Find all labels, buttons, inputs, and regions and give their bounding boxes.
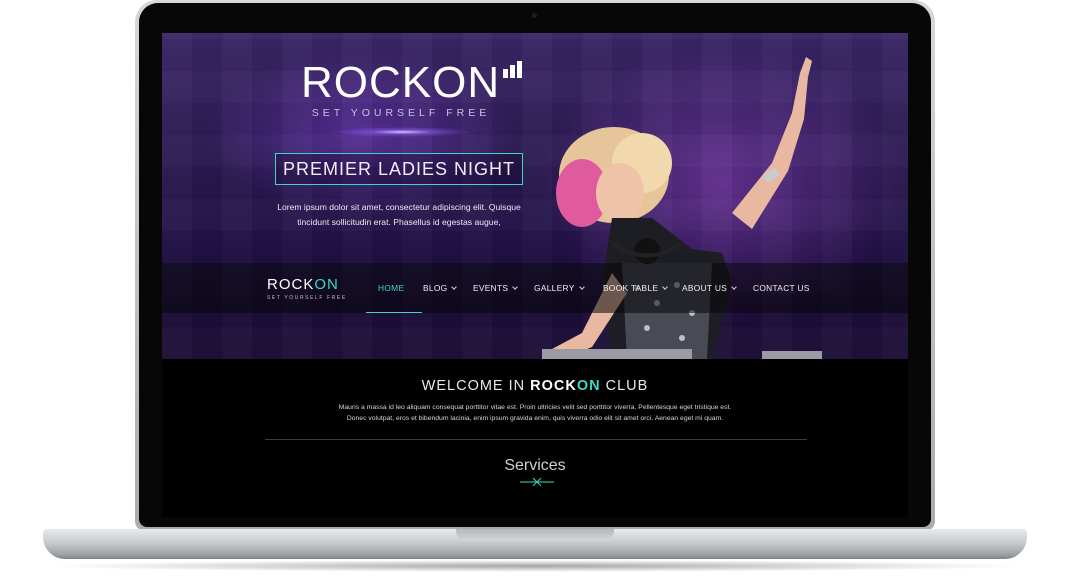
main-navigation: ROCKON SET YOURSELF FREE HOME BLOG EVENT… xyxy=(162,263,908,313)
nav-item-contact-us[interactable]: CONTACT US xyxy=(753,283,810,293)
hero-banner: ROCKON SET YOURSELF FREE PREMIER LADIES … xyxy=(162,33,908,359)
nav-item-events[interactable]: EVENTS xyxy=(473,283,519,293)
chevron-down-icon xyxy=(578,284,585,290)
webcam-icon xyxy=(532,13,537,18)
welcome-text-line: Mauris a massa id leo aliquam consequat … xyxy=(338,404,732,411)
nav-logo-tagline: SET YOURSELF FREE xyxy=(267,295,347,301)
nav-logo-main: ROCK xyxy=(267,276,315,293)
welcome-heading: WELCOME IN ROCKON CLUB xyxy=(162,378,908,394)
welcome-brand-main: ROCK xyxy=(530,378,577,394)
chevron-down-icon xyxy=(731,284,737,290)
promo-description: Lorem ipsum dolor sit amet, consectetur … xyxy=(262,200,536,230)
nav-item-label: ABOUT US xyxy=(682,283,728,293)
welcome-prefix: WELCOME IN xyxy=(421,378,526,394)
hero-logo: ROCKON xyxy=(301,58,501,107)
welcome-brand-accent: ON xyxy=(576,378,601,394)
laptop-notch xyxy=(456,529,614,541)
dj-dancer-image xyxy=(542,57,822,359)
light-glow xyxy=(332,127,472,137)
services-heading: Services xyxy=(504,457,566,474)
nav-item-book-table[interactable]: BOOK TABLE xyxy=(603,283,669,293)
chevron-down-icon xyxy=(451,284,458,290)
nav-item-gallery[interactable]: GALLERY xyxy=(534,283,585,293)
nav-item-label: HOME xyxy=(378,283,405,293)
section-divider xyxy=(265,439,807,440)
nav-item-label: BOOK TABLE xyxy=(603,283,659,293)
cross-divider-icon xyxy=(520,478,554,486)
nav-item-label: BLOG xyxy=(423,283,448,293)
nav-item-home[interactable]: HOME xyxy=(378,283,404,293)
nav-item-label: GALLERY xyxy=(534,283,575,293)
nav-logo-accent: ON xyxy=(314,276,339,293)
hero-tagline: SET YOURSELF FREE xyxy=(311,107,491,119)
nav-item-label: EVENTS xyxy=(473,283,509,293)
chevron-down-icon xyxy=(512,284,519,290)
website-screen: ROCKON SET YOURSELF FREE PREMIER LADIES … xyxy=(162,33,908,517)
equalizer-icon xyxy=(503,60,525,78)
nav-active-underline xyxy=(366,312,422,313)
nav-item-about-us[interactable]: ABOUT US xyxy=(682,283,737,293)
promo-text-line: Lorem ipsum dolor sit amet, consectetur … xyxy=(277,202,521,212)
chevron-down-icon xyxy=(662,284,669,290)
promo-text-line: tincidunt sollicitudin erat. Phasellus i… xyxy=(297,217,501,227)
laptop-shadow xyxy=(40,560,1030,572)
welcome-paragraph: Mauris a massa id leo aliquam consequat … xyxy=(312,402,758,424)
welcome-text-line: Donec volutpat, eros et bibendum lacinia… xyxy=(346,415,724,422)
nav-item-blog[interactable]: BLOG xyxy=(423,283,458,293)
welcome-suffix: CLUB xyxy=(605,378,649,394)
promo-title-box[interactable]: PREMIER LADIES NIGHT xyxy=(275,153,523,185)
nav-logo[interactable]: ROCKON xyxy=(267,276,339,293)
nav-item-label: CONTACT US xyxy=(753,283,810,293)
